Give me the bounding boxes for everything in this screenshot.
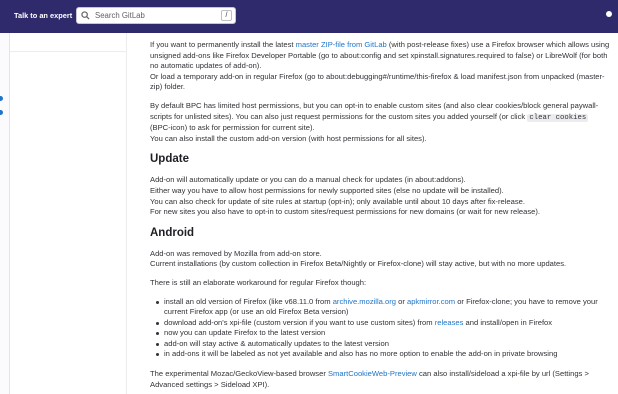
left-edge-strip xyxy=(0,33,10,394)
text: or xyxy=(396,296,407,306)
search-box[interactable]: / xyxy=(76,7,236,24)
nav-indicator-icon xyxy=(0,96,3,101)
intro-paragraph: If you want to permanently install the l… xyxy=(150,40,610,93)
permissions-paragraph: By default BPC has limited host permissi… xyxy=(150,101,610,144)
apkmirror-link[interactable]: apkmirror.com xyxy=(407,297,455,306)
text: You can also check for update of site ru… xyxy=(150,196,525,206)
user-avatar-icon[interactable] xyxy=(606,11,612,17)
update-heading: Update xyxy=(150,153,189,166)
talk-to-expert-link[interactable]: Talk to an expert xyxy=(14,11,72,20)
readme-content: If you want to permanently install the l… xyxy=(150,40,610,394)
android-paragraph: Add-on was removed by Mozilla from add-o… xyxy=(150,249,610,270)
text: Or load a temporary add-on in regular Fi… xyxy=(150,71,605,92)
top-navigation-bar: Talk to an expert / xyxy=(0,0,618,33)
list-item: in add-ons it will be labeled as not yet… xyxy=(154,349,610,360)
text: For new sites you also have to opt-in to… xyxy=(150,207,540,217)
text: If you want to permanently install the l… xyxy=(150,40,296,49)
workaround-list: install an old version of Firefox (like … xyxy=(154,297,610,361)
text: Add-on will automatically update or you … xyxy=(150,175,466,185)
search-shortcut-hint: / xyxy=(221,10,232,21)
releases-link[interactable]: releases xyxy=(435,318,464,327)
text: Add-on was removed by Mozilla from add-o… xyxy=(150,248,322,258)
android-heading: Android xyxy=(150,226,195,239)
text: You can also install the custom add-on v… xyxy=(150,133,427,143)
list-item: download add-on's xpi-file (custom versi… xyxy=(154,318,610,329)
list-item: add-on will stay active & automatically … xyxy=(154,339,610,350)
archive-mozilla-link[interactable]: archive.mozilla.org xyxy=(333,297,396,306)
text: (BPC-icon) to ask for permission for cur… xyxy=(150,123,315,133)
text: install an old version of Firefox (like … xyxy=(164,296,333,306)
clear-cookies-code: clear cookies xyxy=(527,113,589,122)
workaround-intro: There is still an elaborate workaround f… xyxy=(150,277,367,287)
master-zip-link[interactable]: master ZIP-file from GitLab xyxy=(296,40,387,49)
text: The experimental Mozac/GeckoView-based b… xyxy=(150,369,328,379)
text: Either way you have to allow host permis… xyxy=(150,185,504,195)
update-paragraph: Add-on will automatically update or you … xyxy=(150,175,610,217)
sidebar-divider xyxy=(10,51,127,52)
search-icon xyxy=(81,11,91,21)
nav-indicator-icon xyxy=(0,110,3,115)
list-item: install an old version of Firefox (like … xyxy=(154,297,610,318)
search-input[interactable] xyxy=(95,11,220,20)
text: download add-on's xpi-file (custom versi… xyxy=(164,317,435,327)
list-item: now you can update Firefox to the latest… xyxy=(154,328,610,339)
text: Current installations (by custom collect… xyxy=(150,259,567,269)
left-sidebar xyxy=(10,33,127,394)
smartcookieweb-paragraph: The experimental Mozac/GeckoView-based b… xyxy=(150,369,610,390)
text: and install/open in Firefox xyxy=(463,317,553,327)
smartcookieweb-link[interactable]: SmartCookieWeb-Preview xyxy=(328,369,417,378)
